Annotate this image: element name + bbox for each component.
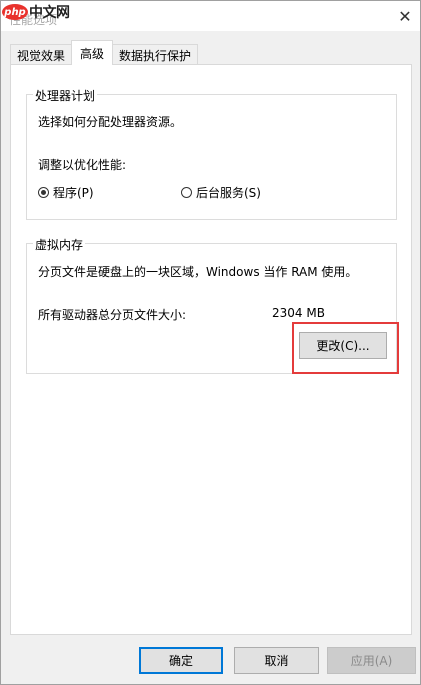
advanced-tab-page: 处理器计划 选择如何分配处理器资源。 调整以优化性能: 程序(P) 后台服务(S… bbox=[10, 64, 412, 635]
close-icon[interactable]: ✕ bbox=[390, 1, 420, 31]
paging-file-total-value: 2304 MB bbox=[272, 306, 325, 320]
radio-background-services[interactable]: 后台服务(S) bbox=[181, 184, 261, 201]
adjust-performance-label: 调整以优化性能: bbox=[38, 158, 127, 172]
processor-scheduling-title: 处理器计划 bbox=[33, 87, 98, 104]
radio-selected-icon bbox=[38, 187, 49, 198]
tab-advanced[interactable]: 高级 bbox=[71, 40, 114, 65]
tab-data-execution-prevention[interactable]: 数据执行保护 bbox=[112, 44, 199, 65]
radio-programs[interactable]: 程序(P) bbox=[38, 184, 94, 201]
ok-button[interactable]: 确定 bbox=[139, 647, 223, 674]
apply-button[interactable]: 应用(A) bbox=[327, 647, 416, 674]
tab-strip: 视觉效果 高级 数据执行保护 bbox=[10, 40, 199, 65]
cancel-button[interactable]: 取消 bbox=[234, 647, 319, 674]
virtual-memory-description: 分页文件是硬盘上的一块区域，Windows 当作 RAM 使用。 bbox=[38, 265, 358, 279]
radio-programs-label: 程序(P) bbox=[53, 186, 94, 200]
radio-background-services-label: 后台服务(S) bbox=[196, 186, 261, 200]
tab-visual-effects[interactable]: 视觉效果 bbox=[10, 44, 73, 65]
processor-scheduling-group: 处理器计划 选择如何分配处理器资源。 调整以优化性能: 程序(P) 后台服务(S… bbox=[26, 87, 397, 220]
virtual-memory-group: 虚拟内存 分页文件是硬盘上的一块区域，Windows 当作 RAM 使用。 所有… bbox=[26, 236, 399, 374]
paging-file-total-label: 所有驱动器总分页文件大小: bbox=[38, 308, 187, 322]
processor-scheduling-description: 选择如何分配处理器资源。 bbox=[38, 115, 183, 129]
virtual-memory-title: 虚拟内存 bbox=[33, 236, 86, 253]
change-paging-file-button[interactable]: 更改(C)... bbox=[299, 332, 387, 359]
title-bar: 性能选项 php 中文网 ✕ bbox=[1, 1, 420, 31]
watermark-text: 中文网 bbox=[29, 5, 70, 21]
watermark-php-icon: php bbox=[2, 4, 28, 20]
watermark-logo: php 中文网 bbox=[2, 2, 70, 22]
performance-options-window: 性能选项 php 中文网 ✕ 视觉效果 高级 数据执行保护 处理器计划 选择如何… bbox=[0, 0, 421, 685]
radio-unselected-icon bbox=[181, 187, 192, 198]
